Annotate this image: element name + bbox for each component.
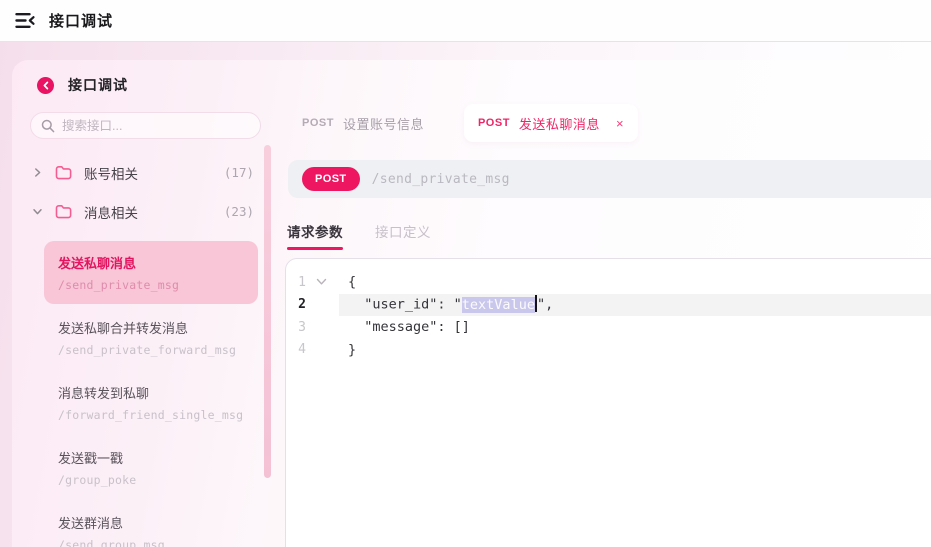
app-title: 接口调试 <box>49 13 114 30</box>
back-button[interactable] <box>37 76 54 94</box>
request-tabs: POST 设置账号信息 POST 发送私聊消息 × <box>288 104 638 142</box>
api-item-send-private-msg[interactable]: 发送私聊消息 /send_private_msg <box>44 241 258 304</box>
tree-group-message[interactable]: 消息相关 (23) <box>12 192 281 231</box>
sidebar-header: 接口调试 <box>12 60 281 95</box>
subtab-underline <box>375 247 431 250</box>
code-text: } <box>348 341 357 358</box>
api-item-path: /send_private_forward_msg <box>58 343 237 357</box>
code-line-1[interactable]: 1 { <box>286 271 931 294</box>
api-item-path: /group_poke <box>58 473 137 487</box>
code-line-4[interactable]: 4 } <box>286 339 931 362</box>
folder-icon <box>55 204 72 219</box>
chevron-right-icon <box>32 167 45 178</box>
api-item-title: 发送群消息 <box>58 516 124 531</box>
subtab-label: 接口定义 <box>375 225 431 240</box>
tree-group-label: 消息相关 <box>84 205 138 221</box>
api-item-forward-friend-single-msg[interactable]: 消息转发到私聊 /forward_friend_single_msg <box>44 371 258 434</box>
chevron-down-icon <box>32 206 45 217</box>
sidebar-title: 接口调试 <box>68 77 128 93</box>
chevron-left-icon <box>43 81 48 89</box>
tree-group-label: 账号相关 <box>84 166 138 182</box>
close-tab-icon[interactable]: × <box>616 117 624 130</box>
subtab-request-params[interactable]: 请求参数 <box>287 221 343 250</box>
top-bar: 接口调试 <box>0 0 931 42</box>
sidebar: 接口调试 搜索接口... 账号相关 (17) 消息相关 (23) 发送私聊消息 … <box>12 60 281 547</box>
tab-method: POST <box>302 117 334 129</box>
selected-text: textValue <box>461 296 535 313</box>
api-tree: 账号相关 (17) 消息相关 (23) <box>12 153 281 231</box>
code-suffix: ", <box>536 296 554 313</box>
main-area: POST 设置账号信息 POST 发送私聊消息 × POST /send_pri… <box>283 60 931 547</box>
search-box[interactable] <box>30 112 261 139</box>
tree-group-account[interactable]: 账号相关 (17) <box>12 153 281 192</box>
folder-icon <box>55 165 72 180</box>
api-item-title: 发送私聊合并转发消息 <box>58 321 189 336</box>
api-item-path: /forward_friend_single_msg <box>58 408 244 422</box>
line-number: 1 <box>298 274 306 290</box>
api-item-path: /send_private_msg <box>58 278 180 292</box>
api-item-title: 消息转发到私聊 <box>58 386 150 401</box>
code-text: { <box>348 274 357 291</box>
tab-send-private-msg[interactable]: POST 发送私聊消息 × <box>463 104 638 142</box>
tab-label: 设置账号信息 <box>342 116 424 132</box>
active-subtab-underline <box>287 247 343 250</box>
json-editor[interactable]: 1 { 2 "user_id": "textValue ", 3 "messag… <box>285 258 931 547</box>
tab-method: POST <box>477 117 510 129</box>
content-panel: 接口调试 搜索接口... 账号相关 (17) 消息相关 (23) 发送私聊消息 … <box>12 60 931 547</box>
api-item-send-private-forward-msg[interactable]: 发送私聊合并转发消息 /send_private_forward_msg <box>44 306 258 369</box>
search-icon <box>41 119 55 133</box>
subtab-api-definition[interactable]: 接口定义 <box>375 221 431 250</box>
app-window: 接口调试 接口调试 搜索接口... 账号相关 (17) 消息相关 (23) 发送… <box>0 0 931 547</box>
panel-subtabs: 请求参数 接口定义 <box>287 221 431 250</box>
collapse-menu-icon[interactable] <box>15 12 36 29</box>
code-prefix: "user_id": " <box>348 296 462 313</box>
line-number: 4 <box>298 342 306 358</box>
line-number: 3 <box>298 319 306 335</box>
sidebar-scrollbar[interactable] <box>264 145 271 478</box>
tab-set-account-info[interactable]: POST 设置账号信息 <box>288 104 438 142</box>
request-path: /send_private_msg <box>371 171 510 187</box>
api-item-send-group-msg[interactable]: 发送群消息 /send_group_msg <box>44 501 258 547</box>
fold-chevron-down-icon[interactable] <box>306 278 336 286</box>
request-url-bar: POST /send_private_msg <box>288 160 931 198</box>
search-input[interactable] <box>62 118 250 133</box>
api-item-title: 发送戳一戳 <box>58 451 124 466</box>
method-badge: POST <box>302 167 360 191</box>
subtab-label: 请求参数 <box>287 225 343 240</box>
tab-label: 发送私聊消息 <box>518 116 600 132</box>
api-item-path: /send_group_msg <box>58 538 165 547</box>
text-cursor <box>534 295 537 313</box>
tree-group-count: (17) <box>223 165 254 180</box>
code-line-3[interactable]: 3 "message": [] <box>286 316 931 339</box>
api-list: 发送私聊消息 /send_private_msg 发送私聊合并转发消息 /sen… <box>44 241 258 547</box>
tree-group-count: (23) <box>223 204 254 219</box>
code-text: "message": [] <box>348 319 470 336</box>
api-item-group-poke[interactable]: 发送戳一戳 /group_poke <box>44 436 258 499</box>
api-item-title: 发送私聊消息 <box>58 256 137 271</box>
line-number: 2 <box>298 297 306 313</box>
code-line-2[interactable]: 2 "user_id": "textValue ", <box>286 293 931 317</box>
code-text: "user_id": "textValue ", <box>336 295 554 313</box>
